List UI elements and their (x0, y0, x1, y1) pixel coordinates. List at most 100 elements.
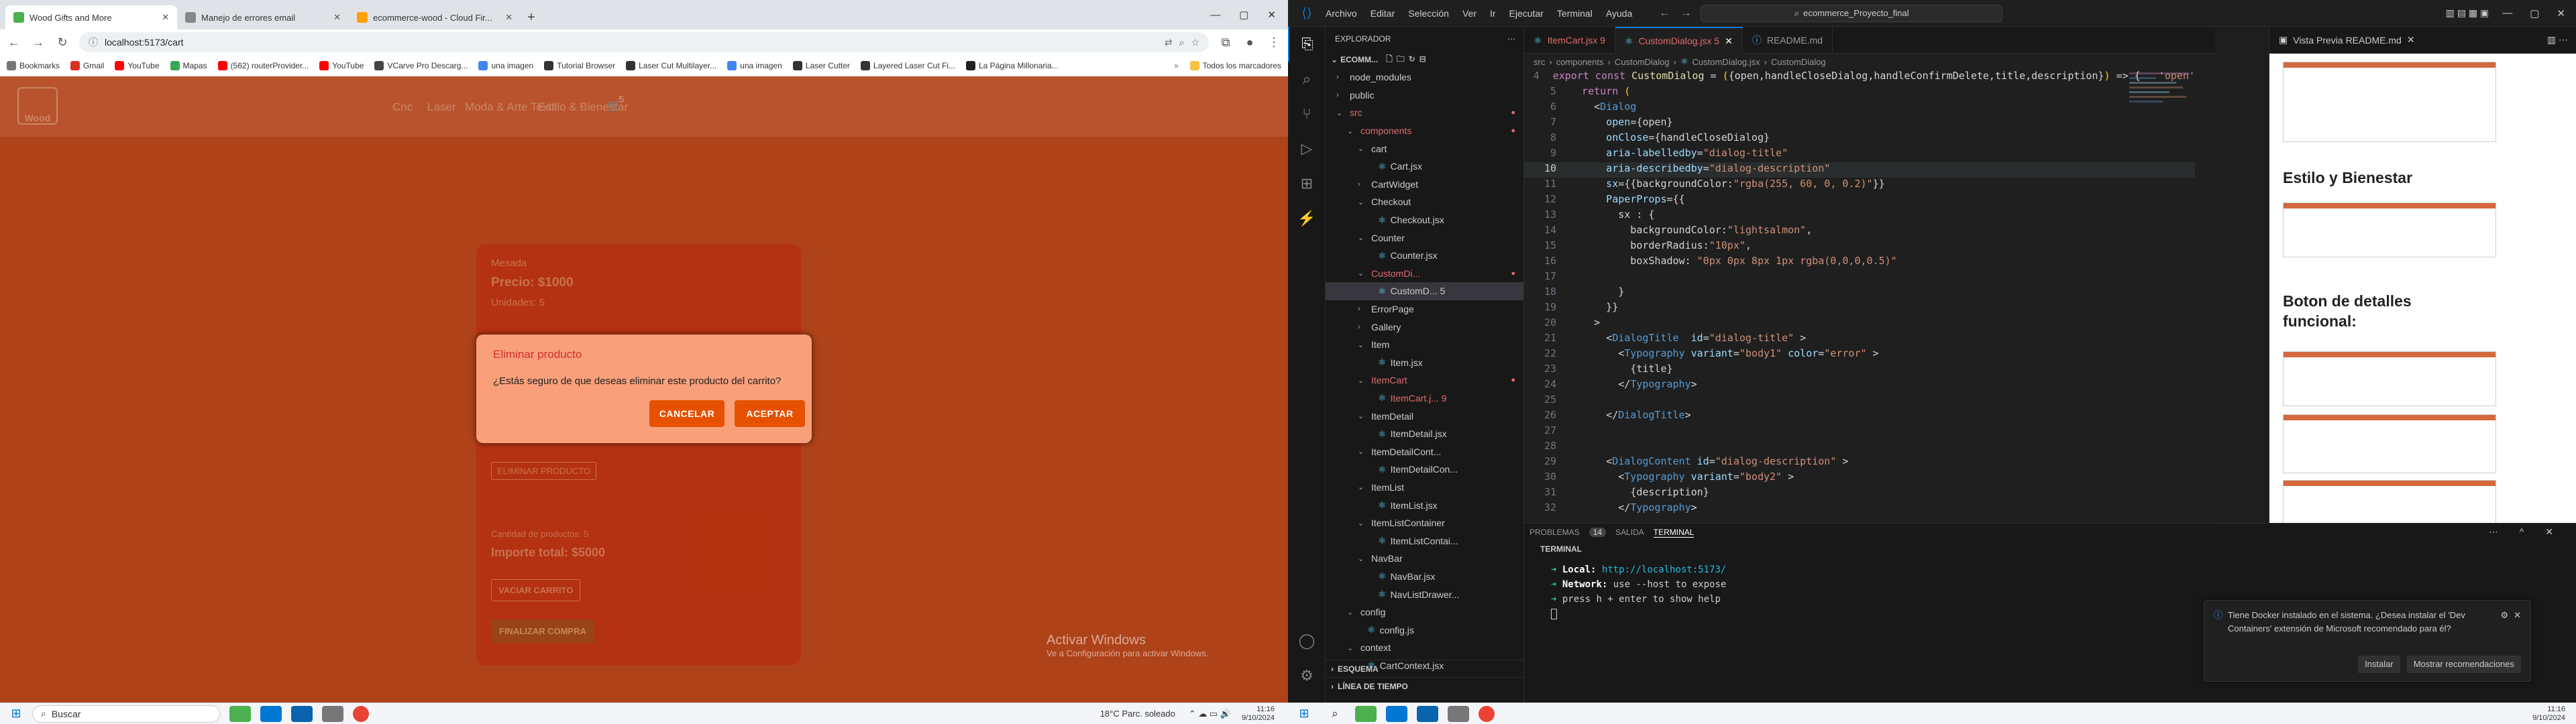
bookmark-item[interactable]: Tutorial Browser (544, 60, 615, 70)
bookmark-item[interactable]: Gmail (70, 60, 104, 70)
cancel-button[interactable]: CANCELAR (649, 400, 724, 427)
minimap[interactable] (2129, 70, 2210, 338)
tree-folder[interactable]: ⌄ ItemDetailCont... (1326, 442, 1523, 461)
tree-folder[interactable]: ⌄ cart (1326, 139, 1523, 158)
translate-icon[interactable]: ⇄ (1165, 37, 1173, 48)
outlook-taskbar-icon[interactable] (1417, 705, 1438, 722)
tree-file[interactable]: ⚛ Item.jsx (1326, 354, 1523, 372)
menu-ayuda[interactable]: Ayuda (1606, 8, 1632, 19)
menu-seleccion[interactable]: Selección (1408, 8, 1449, 19)
install-button[interactable]: Instalar (2358, 656, 2400, 673)
search-icon[interactable]: ⌕ (1288, 62, 1326, 97)
tree-file[interactable]: ⚛ config.js (1326, 621, 1523, 639)
tree-folder[interactable]: ⌄ components ● (1326, 122, 1523, 140)
tree-folder[interactable]: ⌄ ItemList (1326, 479, 1523, 497)
more-actions-icon[interactable]: ⋯ (1507, 34, 1515, 44)
back-icon[interactable]: ← (7, 36, 21, 50)
bookmark-item[interactable]: Laser Cutter (792, 60, 850, 70)
chrome-taskbar-icon[interactable] (353, 705, 369, 722)
close-tab-icon[interactable]: ✕ (1725, 36, 1733, 47)
clock[interactable]: 11:16 9/10/2024 (1242, 705, 1275, 723)
minimize-icon[interactable]: — (2502, 7, 2512, 19)
zoom-icon[interactable]: ⌕ (1179, 37, 1185, 48)
tree-folder[interactable]: ⌄ CustomDi... ● (1326, 265, 1523, 283)
tab-output[interactable]: SALIDA (1615, 528, 1644, 537)
tree-folder[interactable]: ⌄ NavBar (1326, 550, 1523, 568)
editor-tab-itemcart[interactable]: ⚛ ItemCart.jsx 9 (1524, 27, 1615, 54)
close-icon[interactable]: ✕ (2514, 609, 2521, 636)
panel-actions-icon[interactable]: ⋯ ^ ✕ (2489, 526, 2563, 538)
address-bar[interactable]: ⓘ localhost:5173/cart ⇄ ⌕ ☆ (79, 32, 1209, 52)
menu-editar[interactable]: Editar (1371, 8, 1395, 19)
bookmark-item[interactable]: Layered Laser Cut Fi... (860, 60, 955, 70)
browser-tab-1[interactable]: Manejo de errores email ✕ (177, 5, 349, 29)
tree-folder[interactable]: › public (1326, 86, 1523, 105)
windows-start-icon[interactable]: ⊞ (1288, 707, 1320, 721)
menu-ver[interactable]: Ver (1462, 8, 1477, 19)
tab-terminal[interactable]: TERMINAL (1653, 528, 1695, 538)
outlook-taskbar-icon[interactable] (291, 705, 313, 722)
files-taskbar-icon[interactable] (1448, 705, 1469, 722)
tree-folder[interactable]: ⌄ context (1326, 639, 1523, 657)
site-info-icon[interactable]: ⓘ (89, 36, 98, 49)
command-center-search[interactable]: ⌕ ecommerce_Proyecto_final (1701, 4, 2003, 22)
layout-icons[interactable]: ▥ ▤ ▦ ▣ (2446, 7, 2489, 19)
bookmark-item[interactable]: una imagen (478, 60, 533, 70)
taskbar-search[interactable]: ⌕ Buscar (32, 705, 220, 723)
maximize-icon[interactable]: ▢ (1239, 9, 1248, 21)
forward-icon[interactable]: → (31, 36, 46, 50)
tree-file[interactable]: ⚛ ItemCart.j... 9 (1326, 389, 1523, 408)
taskbar-app-icon[interactable] (229, 705, 251, 722)
bookmark-item[interactable]: VCarve Pro Descarg... (374, 60, 468, 70)
maximize-icon[interactable]: ▢ (2530, 7, 2539, 19)
tree-folder[interactable]: › ErrorPage (1326, 300, 1523, 318)
windows-start-icon[interactable]: ⊞ (0, 707, 32, 721)
chrome-taskbar-icon[interactable] (1479, 705, 1495, 722)
workspace-root[interactable]: ⌄ ECOMM... 🗋🗀↻⊟ (1326, 51, 1523, 68)
bookmark-item[interactable]: Bookmarks (7, 60, 60, 70)
remote-icon[interactable]: ⚡ (1288, 201, 1326, 236)
bookmark-item[interactable]: YouTube (319, 60, 364, 70)
reload-icon[interactable]: ↻ (55, 36, 70, 50)
tree-file[interactable]: ⚛ NavListDrawer... (1326, 585, 1523, 603)
search-icon[interactable]: ⌕ (1320, 707, 1350, 721)
accept-button[interactable]: ACEPTAR (735, 400, 805, 427)
tree-folder[interactable]: ⌄ ItemCart ● (1326, 371, 1523, 389)
tree-file[interactable]: ⚛ ItemDetailCon... (1326, 461, 1523, 479)
account-icon[interactable]: ◯ (1288, 623, 1326, 658)
tree-folder[interactable]: ⌄ Item (1326, 336, 1523, 354)
outline-section[interactable]: › ESQUEMA (1326, 660, 1523, 677)
tree-file[interactable]: ⚛ ItemListContai... (1326, 532, 1523, 550)
tree-file[interactable]: ⚛ Checkout.jsx (1326, 211, 1523, 229)
editor-tab-customdialog[interactable]: ⚛ CustomDialog.jsx 5 ✕ (1615, 27, 1743, 54)
tree-file[interactable]: ⚛ ItemDetail.jsx (1326, 425, 1523, 443)
bookmark-item[interactable]: Mapas (170, 60, 207, 70)
bookmark-item[interactable]: (562) routerProvider... (217, 60, 309, 70)
editor-tab-readme[interactable]: ⓘ README.md (1743, 27, 1833, 54)
tab-problems[interactable]: PROBLEMAS (1529, 528, 1580, 537)
run-debug-icon[interactable]: ▷ (1288, 131, 1326, 166)
new-tab-button[interactable]: + (521, 5, 542, 29)
tree-folder[interactable]: ⌄ src ● (1326, 104, 1523, 122)
bookmark-item[interactable]: Laser Cut Multilayer... (626, 60, 716, 70)
close-tab-icon[interactable]: ✕ (505, 12, 513, 23)
menu-terminal[interactable]: Terminal (1557, 8, 1593, 19)
tree-folder[interactable]: › CartWidget (1326, 176, 1523, 194)
explorer-actions-icon[interactable]: 🗋🗀↻⊟ (1386, 53, 1430, 67)
tree-folder[interactable]: ⌄ Checkout (1326, 193, 1523, 211)
preview-tab[interactable]: ▣ Vista Previa README.md ✕ ▥ ⋯ (2269, 27, 2576, 54)
tree-folder[interactable]: ⌄ config (1326, 603, 1523, 621)
bookmark-item[interactable]: La Página Millonaria... (965, 60, 1059, 70)
terminal-output[interactable]: ➜ Local: http://localhost:5173/ ➜ Networ… (1524, 557, 2215, 619)
extensions-icon[interactable]: ⧉ (1218, 36, 1233, 50)
show-recommendations-button[interactable]: Mostrar recomendaciones (2406, 656, 2521, 673)
tree-folder[interactable]: ⌄ ItemDetail (1326, 407, 1523, 425)
tree-file[interactable]: ⚛ CustomD... 5 (1326, 282, 1523, 300)
close-tab-icon[interactable]: ✕ (162, 12, 169, 23)
files-taskbar-icon[interactable] (322, 705, 343, 722)
tree-folder[interactable]: ⌄ Counter (1326, 229, 1523, 247)
tree-folder[interactable]: › node_modules (1326, 68, 1523, 86)
gear-icon[interactable]: ⚙ (2500, 609, 2508, 636)
tree-folder[interactable]: ⌄ ItemListContainer (1326, 514, 1523, 532)
weather-widget[interactable]: 18°C Parc. soleado (1100, 709, 1175, 719)
